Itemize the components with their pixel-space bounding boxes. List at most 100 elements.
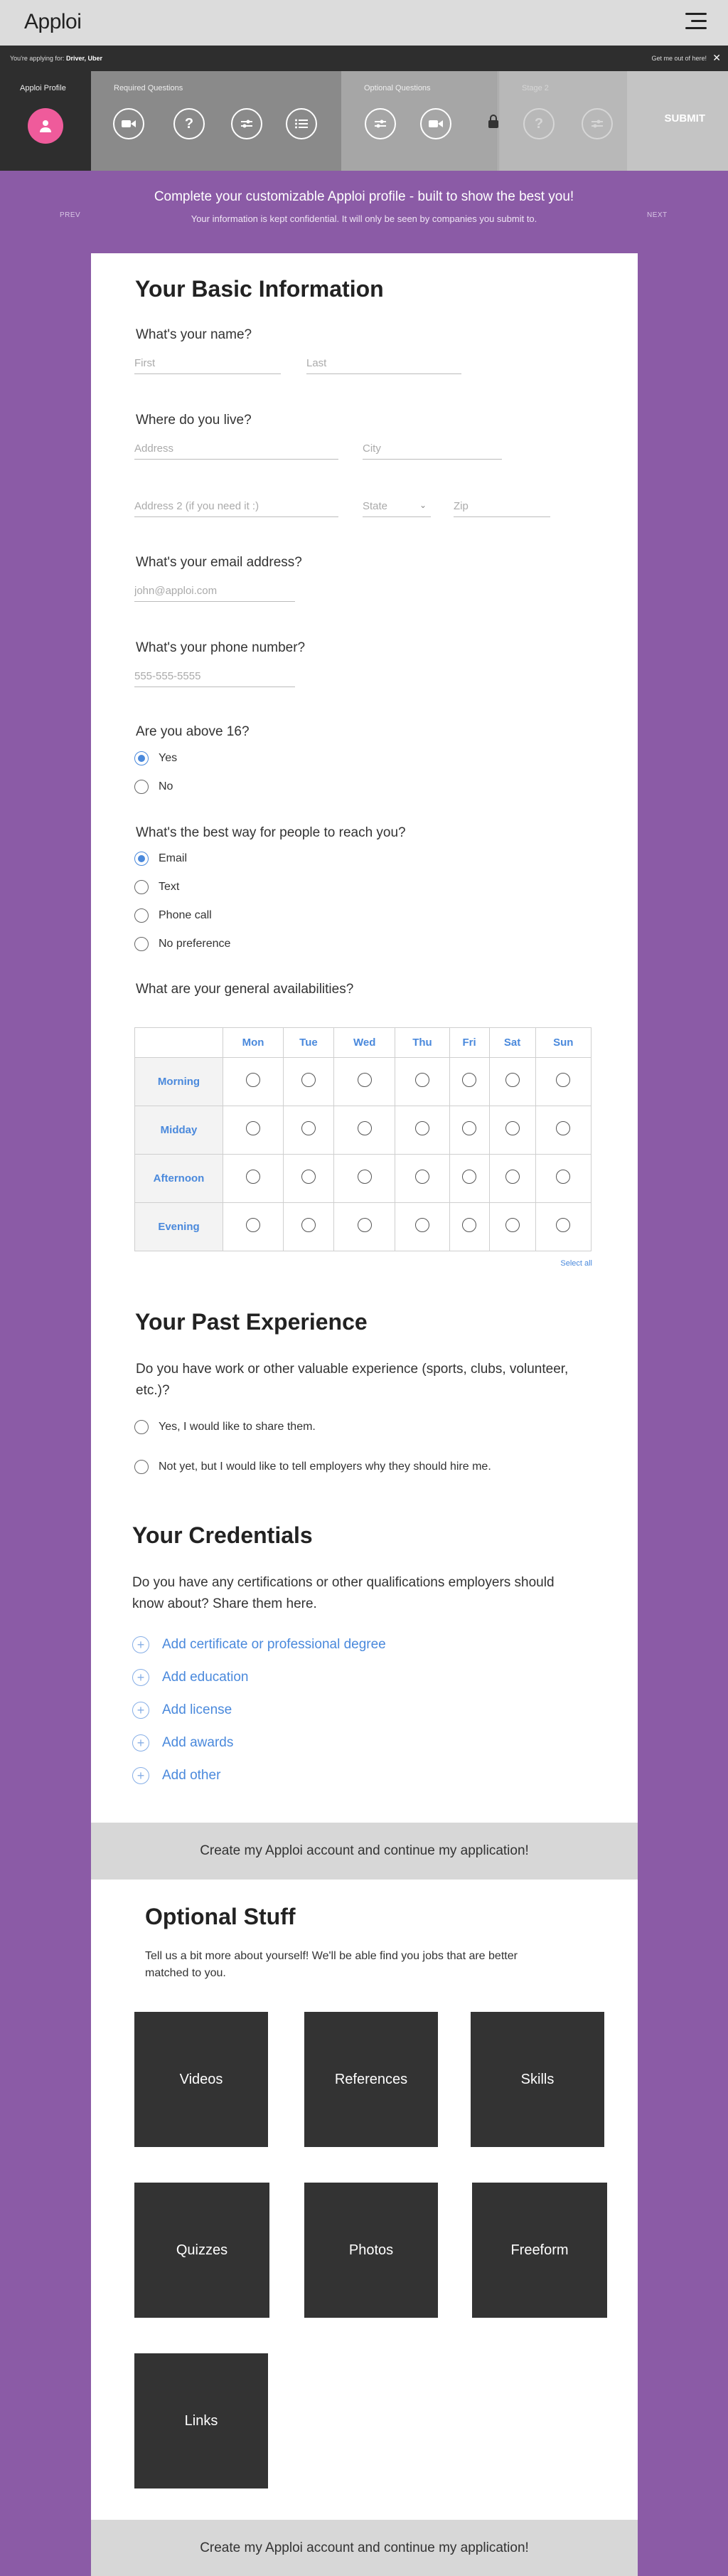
availability-cell[interactable] [449, 1154, 490, 1203]
availability-cell[interactable] [395, 1057, 450, 1106]
radio-button[interactable] [134, 1460, 149, 1474]
availability-cell[interactable] [449, 1106, 490, 1155]
step-submit[interactable]: SUBMIT [627, 71, 728, 171]
tile-references[interactable]: References [304, 2012, 438, 2147]
radio-button[interactable] [134, 880, 149, 894]
exit-link[interactable]: Get me out of here! [651, 55, 707, 62]
availability-radio[interactable] [414, 1170, 429, 1184]
radio-button[interactable] [134, 751, 149, 765]
availability-cell[interactable] [488, 1154, 536, 1203]
submit-button[interactable]: SUBMIT [665, 112, 706, 124]
apploi-logo[interactable]: Apploi [24, 10, 82, 34]
availability-cell[interactable] [395, 1154, 450, 1203]
address-input[interactable] [134, 438, 338, 459]
availability-cell[interactable] [223, 1057, 284, 1106]
contact-option-phone[interactable]: Phone call [134, 908, 212, 923]
tile-links[interactable]: Links [134, 2353, 268, 2488]
availability-cell[interactable] [535, 1106, 592, 1155]
availability-radio[interactable] [357, 1121, 372, 1135]
zip-field[interactable] [454, 496, 550, 517]
email-input[interactable] [134, 581, 295, 601]
experience-option-not-yet[interactable]: Not yet, but I would like to tell employ… [134, 1460, 491, 1474]
availability-radio[interactable] [556, 1218, 571, 1232]
availability-radio[interactable] [462, 1073, 477, 1087]
step-profile[interactable]: Apploi Profile [0, 71, 91, 171]
availability-radio[interactable] [462, 1170, 477, 1184]
city-field[interactable] [363, 438, 502, 460]
availability-radio[interactable] [301, 1073, 316, 1087]
availability-cell[interactable] [535, 1057, 592, 1106]
availability-cell[interactable] [223, 1154, 284, 1203]
availability-cell[interactable] [333, 1202, 396, 1251]
availability-radio[interactable] [357, 1170, 372, 1184]
first-name-field[interactable] [134, 353, 281, 374]
tile-quizzes[interactable]: Quizzes [134, 2183, 269, 2318]
availability-radio[interactable] [505, 1121, 520, 1135]
add-other-button[interactable]: + Add other [132, 1767, 220, 1784]
question-icon[interactable]: ? [173, 108, 205, 139]
availability-radio[interactable] [414, 1073, 429, 1087]
age-option-yes[interactable]: Yes [134, 751, 177, 765]
availability-cell[interactable] [488, 1106, 536, 1155]
availability-cell[interactable] [395, 1202, 450, 1251]
sliders-icon[interactable] [231, 108, 262, 139]
radio-button[interactable] [134, 937, 149, 951]
sliders-icon[interactable] [365, 108, 396, 139]
tile-photos[interactable]: Photos [304, 2183, 438, 2318]
availability-radio[interactable] [301, 1121, 316, 1135]
availability-cell[interactable] [535, 1154, 592, 1203]
state-select[interactable]: State ⌄ [363, 496, 431, 517]
radio-button[interactable] [134, 1420, 149, 1434]
radio-button[interactable] [134, 780, 149, 794]
close-icon[interactable]: ✕ [712, 52, 721, 64]
contact-option-none[interactable]: No preference [134, 937, 230, 951]
video-icon[interactable] [420, 108, 451, 139]
email-field[interactable] [134, 581, 295, 602]
availability-cell[interactable] [333, 1154, 396, 1203]
phone-field[interactable] [134, 666, 295, 687]
availability-cell[interactable] [282, 1202, 334, 1251]
availability-radio[interactable] [462, 1218, 477, 1232]
availability-cell[interactable] [488, 1057, 536, 1106]
add-license-button[interactable]: + Add license [132, 1702, 232, 1719]
availability-radio[interactable] [505, 1218, 520, 1232]
address-field[interactable] [134, 438, 338, 460]
add-certificate-button[interactable]: + Add certificate or professional degree [132, 1636, 386, 1653]
availability-radio[interactable] [556, 1170, 571, 1184]
radio-button[interactable] [134, 852, 149, 866]
address2-input[interactable] [134, 496, 338, 516]
availability-radio[interactable] [357, 1073, 372, 1087]
availability-radio[interactable] [357, 1218, 372, 1232]
availability-radio[interactable] [505, 1170, 520, 1184]
experience-option-yes[interactable]: Yes, I would like to share them. [134, 1420, 316, 1434]
availability-cell[interactable] [333, 1106, 396, 1155]
availability-cell[interactable] [333, 1057, 396, 1106]
tile-freeform[interactable]: Freeform [472, 2183, 607, 2318]
availability-radio[interactable] [245, 1073, 260, 1087]
availability-cell[interactable] [282, 1154, 334, 1203]
select-all-link[interactable]: Select all [560, 1259, 592, 1268]
add-awards-button[interactable]: + Add awards [132, 1734, 233, 1751]
create-account-button[interactable]: Create my Apploi account and continue my… [91, 1823, 638, 1880]
availability-radio[interactable] [414, 1121, 429, 1135]
availability-cell[interactable] [488, 1202, 536, 1251]
list-icon[interactable] [286, 108, 317, 139]
radio-button[interactable] [134, 908, 149, 923]
create-account-button-bottom[interactable]: Create my Apploi account and continue my… [91, 2520, 638, 2576]
availability-radio[interactable] [245, 1218, 260, 1232]
availability-radio[interactable] [556, 1073, 571, 1087]
availability-radio[interactable] [301, 1218, 316, 1232]
contact-option-text[interactable]: Text [134, 880, 179, 894]
city-input[interactable] [363, 438, 502, 459]
availability-cell[interactable] [223, 1106, 284, 1155]
zip-input[interactable] [454, 496, 550, 516]
availability-radio[interactable] [301, 1170, 316, 1184]
first-name-input[interactable] [134, 353, 281, 373]
last-name-field[interactable] [306, 353, 461, 374]
menu-icon[interactable] [685, 13, 707, 31]
availability-radio[interactable] [505, 1073, 520, 1087]
profile-user-icon[interactable] [28, 108, 63, 144]
availability-radio[interactable] [462, 1121, 477, 1135]
phone-input[interactable] [134, 666, 295, 687]
availability-radio[interactable] [245, 1121, 260, 1135]
